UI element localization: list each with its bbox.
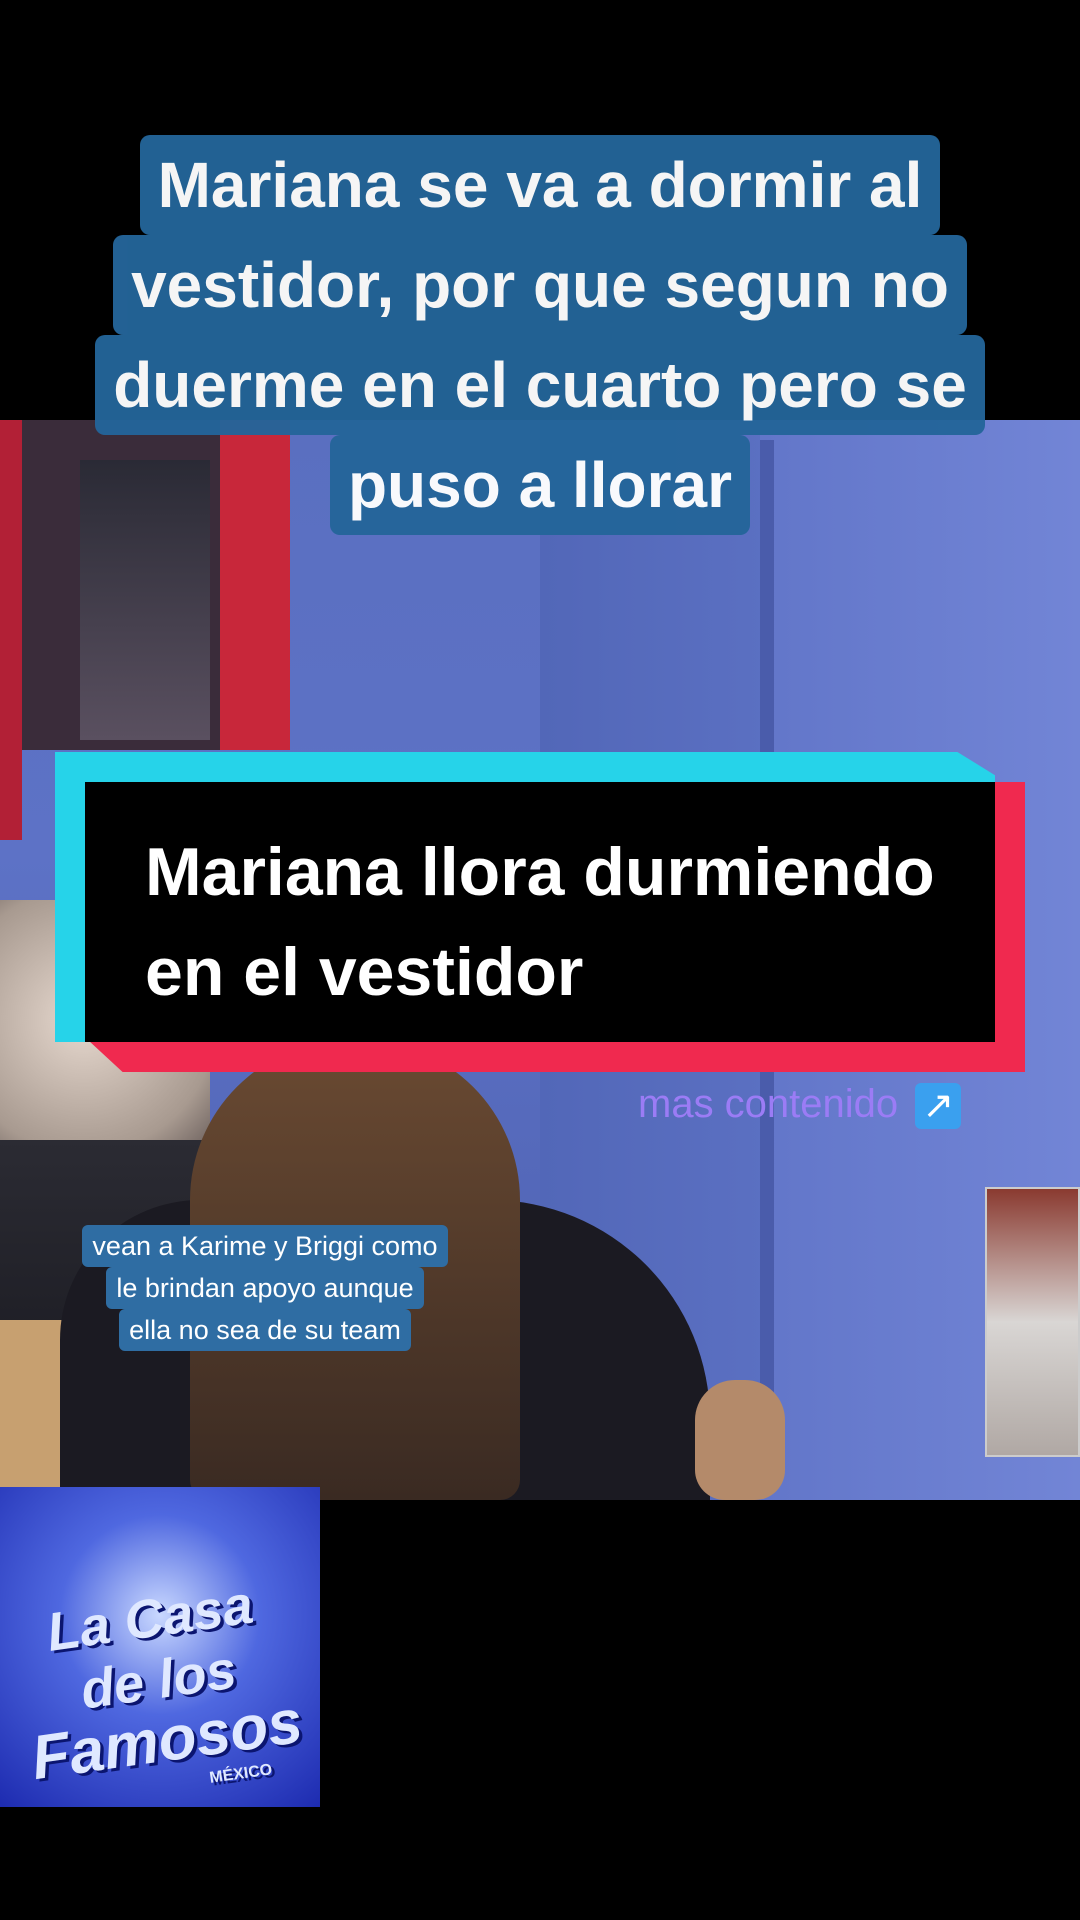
more-content-label: mas contenido <box>638 1082 899 1126</box>
arrow-up-right-icon: ↗ <box>915 1083 962 1130</box>
sub-caption: vean a Karime y Briggi como le brindan a… <box>40 1225 490 1351</box>
sub-caption-line: vean a Karime y Briggi como <box>82 1225 448 1267</box>
caption-line: vestidor, por que segun no <box>113 235 967 335</box>
hand <box>695 1380 785 1500</box>
show-logo: La Casa de los Famosos MÉXICO <box>0 1487 320 1807</box>
caption-line: puso a llorar <box>329 435 751 535</box>
caption-line: duerme en el cuarto pero se <box>95 335 985 435</box>
more-content-link[interactable]: mas contenido ↗ <box>638 1082 962 1130</box>
title-card-text: Mariana llora durmiendo en el vestidor <box>145 822 1025 1022</box>
top-caption: Mariana se va a dormir al vestidor, por … <box>20 135 1060 535</box>
picture-in-picture[interactable] <box>985 1187 1080 1457</box>
title-card: Mariana llora durmiendo en el vestidor <box>55 752 1025 1072</box>
sub-caption-line: ella no sea de su team <box>119 1309 411 1351</box>
title-line: Mariana llora durmiendo <box>145 834 935 910</box>
caption-line: Mariana se va a dormir al <box>139 135 941 235</box>
closet-frame <box>0 420 22 840</box>
title-line: en el vestidor <box>145 934 584 1010</box>
sub-caption-line: le brindan apoyo aunque <box>106 1267 424 1309</box>
